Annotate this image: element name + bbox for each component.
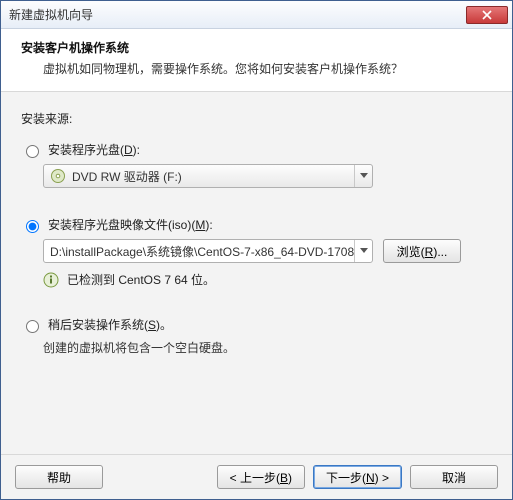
next-button[interactable]: 下一步(N) > (313, 465, 402, 489)
close-icon (482, 10, 492, 20)
header-subtitle: 虚拟机如同物理机，需要操作系统。您将如何安装客户机操作系统？ (21, 60, 492, 77)
window-title: 新建虚拟机向导 (9, 6, 466, 23)
option-iso-file: 安装程序光盘映像文件(iso)(M): D:\installPackage\系统… (21, 216, 492, 288)
titlebar: 新建虚拟机向导 (1, 1, 512, 29)
iso-path-text: D:\installPackage\系统镜像\CentOS-7-x86_64-D… (50, 243, 366, 260)
back-button[interactable]: < 上一步(B) (217, 465, 305, 489)
wizard-header: 安装客户机操作系统 虚拟机如同物理机，需要操作系统。您将如何安装客户机操作系统？ (1, 29, 512, 92)
option-installer-disc: 安装程序光盘(D): DVD RW 驱动器 (F:) (21, 141, 492, 188)
radio-installer-disc[interactable] (26, 145, 39, 158)
chevron-down-icon (354, 165, 372, 187)
wizard-footer: 帮助 < 上一步(B) 下一步(N) > 取消 (1, 454, 512, 499)
chevron-down-icon (354, 240, 372, 262)
label-iso-file: 安装程序光盘映像文件(iso)(M): (48, 216, 213, 233)
radio-install-later[interactable] (26, 320, 39, 333)
close-button[interactable] (466, 6, 508, 24)
browse-button[interactable]: 浏览(R)... (383, 239, 461, 263)
drive-select-text: DVD RW 驱动器 (F:) (72, 168, 366, 185)
cancel-button[interactable]: 取消 (410, 465, 498, 489)
label-installer-disc: 安装程序光盘(D): (48, 141, 140, 158)
disc-icon (50, 168, 66, 184)
install-later-note: 创建的虚拟机将包含一个空白硬盘。 (21, 339, 492, 356)
install-source-label: 安装来源: (21, 110, 492, 127)
label-install-later: 稍后安装操作系统(S)。 (48, 316, 172, 333)
info-icon (43, 272, 59, 288)
header-title: 安装客户机操作系统 (21, 39, 492, 56)
option-install-later: 稍后安装操作系统(S)。 创建的虚拟机将包含一个空白硬盘。 (21, 316, 492, 356)
wizard-body: 安装来源: 安装程序光盘(D): DVD RW 驱动器 (F:) (1, 92, 512, 454)
drive-select[interactable]: DVD RW 驱动器 (F:) (43, 164, 373, 188)
detected-text: 已检测到 CentOS 7 64 位。 (67, 271, 215, 288)
wizard-window: 新建虚拟机向导 安装客户机操作系统 虚拟机如同物理机，需要操作系统。您将如何安装… (0, 0, 513, 500)
radio-iso-file[interactable] (26, 220, 39, 233)
iso-path-combo[interactable]: D:\installPackage\系统镜像\CentOS-7-x86_64-D… (43, 239, 373, 263)
detected-row: 已检测到 CentOS 7 64 位。 (21, 271, 492, 288)
help-button[interactable]: 帮助 (15, 465, 103, 489)
